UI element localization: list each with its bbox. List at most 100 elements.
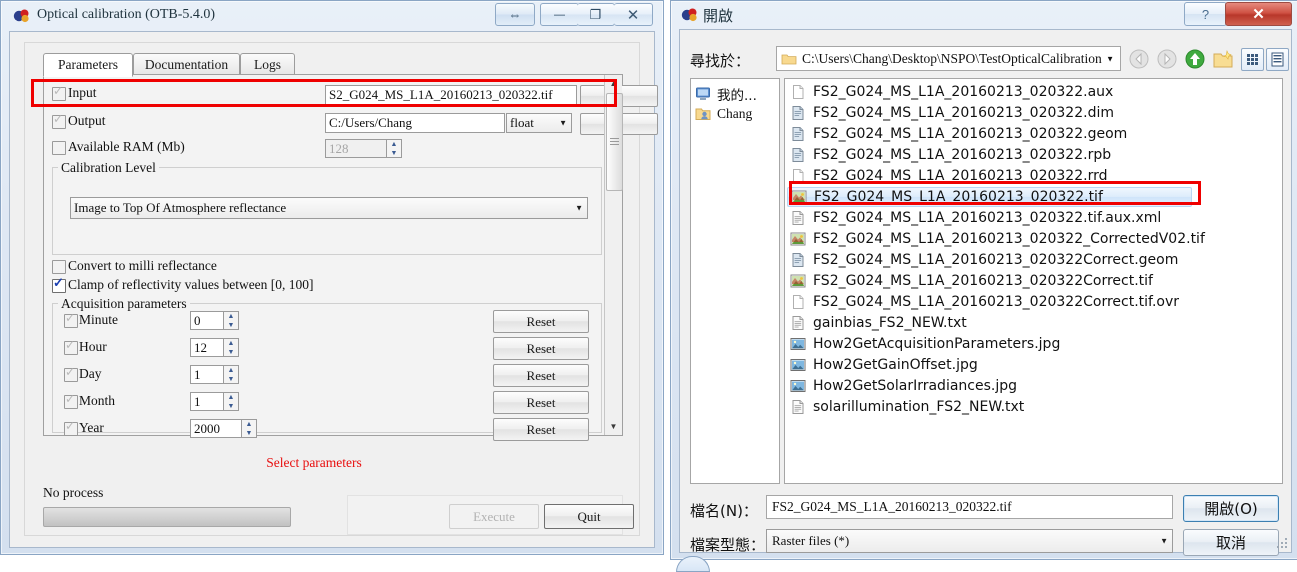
input-checkbox[interactable] (52, 84, 66, 101)
acq-hour-field[interactable]: 12 (190, 338, 224, 357)
file-list-item[interactable]: FS2_G024_MS_L1A_20160213_020322.dim (787, 103, 1114, 123)
acq-month-checkbox[interactable] (64, 392, 78, 409)
file-list-item[interactable]: FS2_G024_MS_L1A_20160213_020322Correct.t… (787, 292, 1179, 312)
file-list-item-label: FS2_G024_MS_L1A_20160213_020322.dim (813, 105, 1114, 121)
maximize-button[interactable]: ❐ (577, 3, 615, 26)
ram-stepper[interactable]: ▲ ▼ (387, 139, 402, 158)
file-list-item[interactable]: How2GetSolarIrradiances.jpg (787, 376, 1017, 396)
left-titlebar[interactable]: Optical calibration (OTB-5.4.0) ⇔ — ❐ ✕ (1, 1, 663, 31)
chevron-down-icon: ▼ (1160, 536, 1168, 546)
scrollbar-thumb[interactable] (606, 93, 623, 191)
file-list-item[interactable]: FS2_G024_MS_L1A_20160213_020322.aux (787, 82, 1113, 102)
file-list-item[interactable]: FS2_G024_MS_L1A_20160213_020322.rrd (787, 166, 1107, 186)
tab-parameters[interactable]: Parameters (43, 53, 133, 77)
file-list[interactable]: FS2_G024_MS_L1A_20160213_020322.aux FS2_… (784, 78, 1283, 484)
text-file-icon (790, 399, 806, 415)
acq-year-stepper[interactable]: ▲ ▼ (242, 419, 257, 438)
resize-horizontal-button[interactable]: ⇔ (495, 3, 535, 26)
output-type-combo[interactable]: float ▼ (506, 113, 572, 133)
minimize-button[interactable]: — (540, 3, 579, 26)
file-list-item[interactable]: FS2_G024_MS_L1A_20160213_020322.geom (787, 124, 1127, 144)
stepper-up-icon: ▲ (227, 339, 235, 348)
acq-hour-checkbox[interactable] (64, 338, 78, 355)
acq-month-reset-label: Reset (526, 394, 556, 410)
help-button[interactable]: ? (1184, 2, 1227, 26)
parent-folder-icon[interactable] (1184, 48, 1206, 70)
output-checkbox[interactable] (52, 112, 66, 129)
acq-month-field[interactable]: 1 (190, 392, 224, 411)
execute-label: Execute (473, 508, 515, 524)
file-list-item[interactable]: gainbias_FS2_NEW.txt (787, 313, 967, 333)
close-button[interactable]: ✕ (1225, 2, 1292, 26)
acq-year-reset-button[interactable]: Reset (493, 418, 589, 441)
tab-documentation[interactable]: Documentation (133, 53, 240, 75)
ram-value-field[interactable]: 128 (325, 139, 387, 158)
detail-view-button[interactable] (1266, 48, 1289, 71)
output-path-field[interactable]: C:/Users/Chang (325, 113, 505, 133)
acq-month-stepper[interactable]: ▲ ▼ (224, 392, 239, 411)
file-list-item[interactable]: FS2_G024_MS_L1A_20160213_020322Correct.t… (787, 271, 1153, 291)
open-file-dialog-window: 開啟 ? ✕ 尋找於： C:\Users\Chang\Desktop\NSPO\… (670, 0, 1297, 560)
clamp-checkbox[interactable] (52, 275, 66, 293)
acq-day-reset-label: Reset (526, 367, 556, 383)
filetype-combo[interactable]: Raster files (*) ▼ (766, 529, 1173, 553)
ram-value: 128 (329, 140, 349, 156)
acq-day-checkbox[interactable] (64, 365, 78, 382)
ram-checkbox[interactable] (52, 141, 66, 155)
open-button[interactable]: 開啟(O) (1183, 495, 1279, 522)
acq-minute-reset-button[interactable]: Reset (493, 310, 589, 333)
scroll-up-icon[interactable]: ▲ (605, 75, 622, 92)
acq-year-field[interactable]: 2000 (190, 419, 242, 438)
file-list-item[interactable]: FS2_G024_MS_L1A_20160213_020322.tif.aux.… (787, 208, 1161, 228)
acq-day-stepper[interactable]: ▲ ▼ (224, 365, 239, 384)
place-item-chang-label: Chang (717, 106, 753, 121)
open-dialog-client: 尋找於： C:\Users\Chang\Desktop\NSPO\TestOpt… (679, 29, 1292, 556)
parameters-scrollbar[interactable]: ▲ ▼ (604, 75, 623, 435)
stepper-up-icon: ▲ (227, 366, 235, 375)
place-item-chang[interactable]: Chang (695, 106, 752, 122)
close-button[interactable]: ✕ (614, 3, 653, 26)
convert-milli-checkbox[interactable] (52, 260, 66, 274)
acq-month-value: 1 (194, 393, 201, 409)
calibration-level-combo[interactable]: Image to Top Of Atmosphere reflectance ▼ (70, 197, 588, 219)
filename-input[interactable]: FS2_G024_MS_L1A_20160213_020322.tif (766, 495, 1173, 519)
acq-month-reset-button[interactable]: Reset (493, 391, 589, 414)
stepper-down-icon: ▼ (390, 148, 398, 157)
acq-year-checkbox[interactable] (64, 419, 78, 436)
acq-minute-stepper[interactable]: ▲ ▼ (224, 311, 239, 330)
acq-hour-stepper[interactable]: ▲ ▼ (224, 338, 239, 357)
stepper-down-icon: ▼ (227, 401, 235, 410)
quit-button[interactable]: Quit (544, 504, 634, 529)
file-list-item[interactable]: How2GetGainOffset.jpg (787, 355, 978, 375)
resize-grip-icon[interactable] (1276, 537, 1288, 549)
file-list-item[interactable]: FS2_G024_MS_L1A_20160213_020322.rpb (787, 145, 1111, 165)
acq-day-field[interactable]: 1 (190, 365, 224, 384)
back-icon[interactable] (1128, 48, 1150, 70)
look-in-combo[interactable]: C:\Users\Chang\Desktop\NSPO\TestOpticalC… (776, 46, 1121, 71)
place-item-my-computer-label: 我的... (717, 88, 757, 104)
file-list-item[interactable]: solarillumination_FS2_NEW.txt (787, 397, 1024, 417)
places-panel[interactable]: 我的... Chang (690, 78, 780, 484)
right-titlebar[interactable]: 開啟 ? ✕ (671, 1, 1297, 31)
scroll-down-icon[interactable]: ▼ (605, 418, 622, 435)
new-folder-icon[interactable] (1212, 48, 1234, 70)
cancel-button[interactable]: 取消 (1183, 529, 1279, 556)
file-list-item[interactable]: FS2_G024_MS_L1A_20160213_020322_Correcte… (787, 229, 1205, 249)
text-file-icon (790, 315, 806, 331)
acq-minute-checkbox[interactable] (64, 311, 78, 328)
stepper-down-icon: ▼ (227, 347, 235, 356)
input-path-field[interactable]: S2_G024_MS_L1A_20160213_020322.tif (325, 85, 577, 105)
forward-icon[interactable] (1156, 48, 1178, 70)
icon-view-button[interactable] (1241, 48, 1264, 71)
file-list-item[interactable]: FS2_G024_MS_L1A_20160213_020322.tif (787, 187, 1192, 207)
right-window-title: 開啟 (703, 7, 734, 25)
file-list-item[interactable]: How2GetAcquisitionParameters.jpg (787, 334, 1060, 354)
file-list-item[interactable]: FS2_G024_MS_L1A_20160213_020322Correct.g… (787, 250, 1178, 270)
acq-hour-reset-button[interactable]: Reset (493, 337, 589, 360)
place-item-my-computer[interactable]: 我的... (695, 84, 757, 104)
execute-button[interactable]: Execute (449, 504, 539, 529)
tab-logs[interactable]: Logs (240, 53, 295, 75)
acq-day-reset-button[interactable]: Reset (493, 364, 589, 387)
scrollbar-grip-icon (610, 138, 619, 145)
acq-minute-field[interactable]: 0 (190, 311, 224, 330)
